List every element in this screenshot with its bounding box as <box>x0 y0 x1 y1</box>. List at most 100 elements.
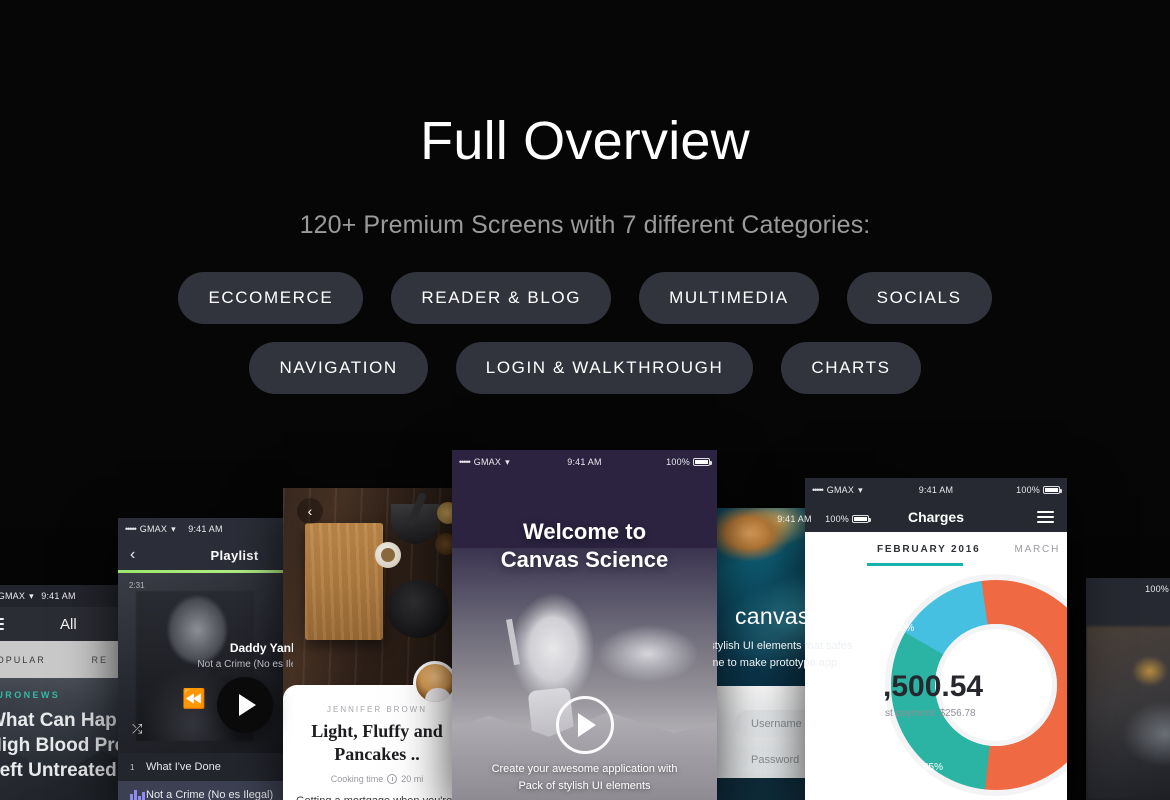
phone-right-cropped-screen: 100% <box>1086 578 1170 800</box>
battery-label: 100% <box>1016 485 1040 495</box>
back-chevron-icon[interactable]: ‹ <box>297 498 323 524</box>
play-button[interactable] <box>555 696 614 754</box>
signal-dots-icon: ••••• <box>459 457 471 467</box>
category-socials[interactable]: SOCIALS <box>846 272 992 325</box>
category-reader-blog[interactable]: READER & BLOG <box>391 272 612 325</box>
welcome-title-line2: Canvas Science <box>500 546 669 572</box>
battery-icon <box>693 458 712 466</box>
page-subtitle: 120+ Premium Screens with 7 different Ca… <box>299 211 871 240</box>
category-navigation[interactable]: NAVIGATION <box>249 342 428 395</box>
slice-label-teal: 65% <box>923 762 944 773</box>
recipe-title-line2: Pancakes .. <box>334 743 420 764</box>
recipe-title: Light, Fluffy and Pancakes .. <box>283 720 471 765</box>
track-list: 1 What I've Done Not a Crime (No es Ileg… <box>118 753 293 800</box>
news-kicker: EURONEWS <box>0 690 61 700</box>
elapsed-time: 2:31 <box>129 581 145 590</box>
playlist-title: Playlist <box>210 547 259 563</box>
category-multimedia[interactable]: MULTIMEDIA <box>639 272 819 325</box>
recipe-title-line1: Light, Fluffy and <box>311 721 443 741</box>
wifi-icon: ▾ <box>858 484 863 495</box>
cooking-time-row: Cooking time 20 mi <box>283 774 471 784</box>
page-title: Full Overview <box>420 111 750 171</box>
menu-icon[interactable] <box>1037 511 1054 523</box>
carrier-label: GMAX <box>139 524 168 534</box>
canvas-subtitle-line2: r time to make prototype app <box>713 656 838 669</box>
track-title: What I've Done <box>146 761 221 773</box>
track-number: 1 <box>130 762 135 772</box>
pan <box>387 580 449 638</box>
carrier-label: GMAX <box>0 591 26 601</box>
charges-amount: ,500.54 <box>883 670 984 703</box>
play-triangle-icon <box>239 694 256 716</box>
welcome-hero: Welcome to Canvas Science Create your aw… <box>452 474 717 800</box>
canvas-subtitle-line1: of stylish UI elements that safes <box>713 640 853 652</box>
category-row-2: NAVIGATION LOGIN & WALKTHROUGH CHARTS <box>0 342 1170 395</box>
list-item[interactable]: Not a Crime (No es Ilegal) <box>118 781 293 800</box>
recipe-card: JENNIFER BROWN Light, Fluffy and Pancake… <box>283 661 471 800</box>
status-bar: ••••• GMAX ▾ 9:41 AM 100% <box>805 478 1067 502</box>
equalizer-icon <box>130 789 146 800</box>
wifi-icon: ▾ <box>171 523 176 534</box>
track-title: Not a Crime (No es Ilegal) <box>146 789 274 800</box>
status-bar: ••••• GMAX ▾ 9:41 AM <box>118 518 293 540</box>
last-payment-label: st payment: $256.78 <box>885 708 976 719</box>
status-bar: 100% <box>1086 578 1170 600</box>
phone-recipe-screen: ‹ JENNIFER BROWN Light, Fluffy and Panca… <box>283 488 471 800</box>
right-phone-navbar <box>1086 600 1170 626</box>
tab-february[interactable]: FEBRUARY 2016 <box>877 544 980 555</box>
tab-popular[interactable]: POPULAR <box>0 655 59 665</box>
signal-dots-icon: ••••• <box>812 485 824 495</box>
avatar <box>413 661 457 705</box>
battery-label: 100% <box>666 457 690 467</box>
tab-march[interactable]: MARCH <box>1014 544 1060 555</box>
play-button[interactable] <box>217 677 273 733</box>
list-item[interactable]: 1 What I've Done <box>118 753 293 781</box>
rewind-icon[interactable]: ⏪ <box>182 687 206 711</box>
category-row-1: ECCOMERCE READER & BLOG MULTIMEDIA SOCIA… <box>0 272 1170 325</box>
wifi-icon: ▾ <box>29 590 34 601</box>
cooking-time-label: Cooking time <box>330 774 384 784</box>
astronaut-arm <box>506 618 521 665</box>
carrier-label: GMAX <box>826 485 855 495</box>
welcome-title-line1: Welcome to <box>522 519 647 544</box>
canvas-subtitle: of stylish UI elements that safes r time… <box>713 638 872 671</box>
page-root: ••••• GMAX ▾ 9:41 AM All POPULAR RE EURO… <box>0 0 1170 800</box>
cooking-time-value: 20 mi <box>401 774 424 784</box>
play-triangle-icon <box>578 713 596 737</box>
category-charts[interactable]: CHARTS <box>781 342 921 395</box>
shuffle-icon[interactable]: ⤮ <box>132 721 142 737</box>
playlist-navbar: ‹ Playlist <box>118 540 293 570</box>
phone-welcome-screen: ••••• GMAX ▾ 9:41 AM 100% Welcome to Can… <box>452 450 717 800</box>
welcome-footer: Create your awesome application with Pac… <box>452 761 717 796</box>
recipe-body-text: Getting a mortgage when you're <box>283 795 471 800</box>
welcome-footer-line2: Pack of stylish UI elements <box>518 780 651 793</box>
menu-icon[interactable] <box>0 618 4 630</box>
slice-label-blue: 2% <box>900 623 915 634</box>
carrier-label: GMAX <box>473 457 502 467</box>
canvas-logo: canvas <box>735 603 810 629</box>
status-bar: ••••• GMAX ▾ 9:41 AM 100% <box>452 450 717 474</box>
hero-section: Full Overview 120+ Premium Screens with … <box>0 0 1170 430</box>
charges-title: Charges <box>907 509 965 525</box>
news-nav-title: All <box>60 615 77 633</box>
welcome-footer-line1: Create your awesome application with <box>491 762 678 775</box>
track-artist: Daddy Yankee <box>229 641 293 655</box>
wifi-icon: ▾ <box>505 456 510 467</box>
player-area: 2:31 Daddy Yankee Not a Crime (No es Ile… <box>118 573 293 753</box>
category-login-walkthrough[interactable]: LOGIN & WALKTHROUGH <box>455 342 754 395</box>
category-eccomerce[interactable]: ECCOMERCE <box>178 272 364 325</box>
donut-chart: 48% 65% 2% ,500.54 st payment: $256.78 <box>805 566 1067 798</box>
spice-bowl <box>375 542 401 568</box>
signal-dots-icon: ••••• <box>125 524 137 534</box>
welcome-title: Welcome to Canvas Science <box>452 518 717 573</box>
battery-icon <box>1043 486 1062 494</box>
cutting-board <box>305 523 383 640</box>
month-tabs: FEBRUARY 2016 MARCH ▸ <box>805 532 1067 566</box>
clock-icon <box>387 774 398 784</box>
track-name: Not a Crime (No es Ilegal) <box>197 659 293 670</box>
phone-playlist-screen: ••••• GMAX ▾ 9:41 AM ‹ Playlist 2:31 Dad… <box>118 518 293 800</box>
battery-label: 100% <box>825 514 849 524</box>
slice-label-orange: 48% <box>1008 666 1029 677</box>
blurred-photo <box>1086 626 1170 800</box>
battery-label: 100% <box>1145 584 1169 594</box>
